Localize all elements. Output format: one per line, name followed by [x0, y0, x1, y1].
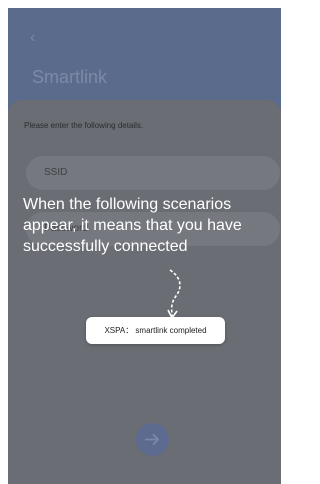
back-button[interactable]: ‹ [30, 30, 44, 46]
arrow-right-icon [144, 433, 160, 446]
curved-arrow-down-icon [167, 269, 181, 320]
page-title: Smartlink [32, 67, 108, 87]
smartlink-screen: ‹ Smartlink Please enter the following d… [8, 8, 281, 484]
smartlink-completed-toast: XSPA： smartlink completed [86, 317, 225, 344]
connection-instruction-overlay: When the following scenarios appear, it … [23, 196, 242, 255]
ssid-field[interactable]: SSID [26, 156, 280, 190]
chevron-left-icon: ‹ [30, 29, 36, 46]
next-button[interactable] [136, 423, 169, 456]
ssid-placeholder: SSID [44, 167, 68, 178]
instruction-text: Please enter the following details. [24, 121, 144, 130]
